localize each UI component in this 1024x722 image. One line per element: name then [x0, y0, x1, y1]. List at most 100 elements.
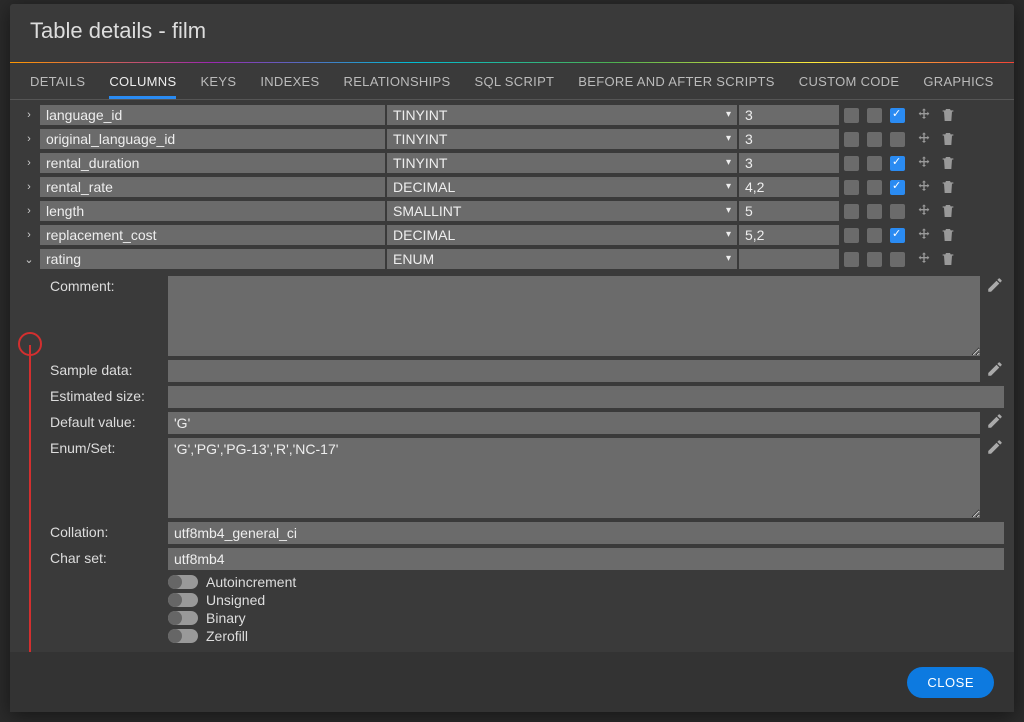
column-type-select[interactable]: ENUM	[387, 249, 737, 269]
column-checkbox-3[interactable]	[890, 228, 905, 243]
tab-before-and-after-scripts[interactable]: BEFORE AND AFTER SCRIPTS	[578, 64, 774, 99]
column-checkbox-1[interactable]	[844, 252, 859, 267]
column-type-select[interactable]: TINYINT	[387, 105, 737, 125]
comment-label: Comment:	[50, 276, 168, 294]
enum-textarea[interactable]: 'G','PG','PG-13','R','NC-17'	[168, 438, 980, 518]
column-row: ›rental_rateDECIMAL4,2	[20, 176, 1004, 198]
edit-icon[interactable]	[986, 360, 1004, 378]
chevron-right-icon[interactable]: ›	[20, 109, 38, 121]
delete-icon[interactable]	[940, 107, 956, 123]
delete-icon[interactable]	[940, 203, 956, 219]
edit-icon[interactable]	[986, 276, 1004, 294]
column-size-cell[interactable]: 5,2	[739, 225, 839, 245]
column-row: ⌄ratingENUM	[20, 248, 1004, 270]
column-checkbox-1[interactable]	[844, 228, 859, 243]
column-size-cell[interactable]: 5	[739, 201, 839, 221]
chevron-right-icon[interactable]: ›	[20, 205, 38, 217]
delete-icon[interactable]	[940, 131, 956, 147]
toggle-unsigned[interactable]	[168, 593, 198, 607]
column-type-select[interactable]: DECIMAL	[387, 177, 737, 197]
charset-label: Char set:	[50, 548, 168, 566]
column-size-cell[interactable]: 3	[739, 129, 839, 149]
column-name-cell[interactable]: length	[40, 201, 385, 221]
column-checkbox-2[interactable]	[867, 228, 882, 243]
default-input[interactable]	[168, 412, 980, 434]
column-checkbox-2[interactable]	[867, 132, 882, 147]
column-checkbox-1[interactable]	[844, 132, 859, 147]
column-size-cell[interactable]: 4,2	[739, 177, 839, 197]
column-checkbox-3[interactable]	[890, 132, 905, 147]
enum-label: Enum/Set:	[50, 438, 168, 456]
dialog-title: Table details - film	[10, 4, 1014, 62]
column-checkbox-3[interactable]	[890, 108, 905, 123]
column-checkbox-1[interactable]	[844, 156, 859, 171]
chevron-right-icon[interactable]: ›	[20, 133, 38, 145]
column-size-cell[interactable]: 3	[739, 153, 839, 173]
move-icon[interactable]	[916, 227, 932, 243]
column-checkbox-3[interactable]	[890, 180, 905, 195]
collation-input[interactable]	[168, 522, 1004, 544]
toggle-label: Binary	[206, 610, 246, 626]
tab-details[interactable]: DETAILS	[30, 64, 85, 99]
column-name-cell[interactable]: replacement_cost	[40, 225, 385, 245]
delete-icon[interactable]	[940, 155, 956, 171]
close-button[interactable]: CLOSE	[907, 667, 994, 698]
tab-sql-script[interactable]: SQL SCRIPT	[474, 64, 554, 99]
toggle-zerofill[interactable]	[168, 629, 198, 643]
tab-graphics[interactable]: GRAPHICS	[923, 64, 993, 99]
tab-custom-code[interactable]: CUSTOM CODE	[799, 64, 900, 99]
column-checkbox-1[interactable]	[844, 108, 859, 123]
toggle-binary[interactable]	[168, 611, 198, 625]
column-size-cell[interactable]: 3	[739, 105, 839, 125]
column-checkbox-3[interactable]	[890, 252, 905, 267]
toggle-autoincrement[interactable]	[168, 575, 198, 589]
chevron-right-icon[interactable]: ›	[20, 181, 38, 193]
default-label: Default value:	[50, 412, 168, 430]
move-icon[interactable]	[916, 155, 932, 171]
comment-textarea[interactable]	[168, 276, 980, 356]
column-name-cell[interactable]: rating	[40, 249, 385, 269]
estimated-input[interactable]	[168, 386, 1004, 408]
column-checkbox-2[interactable]	[867, 204, 882, 219]
column-checkbox-2[interactable]	[867, 156, 882, 171]
sampledata-input[interactable]	[168, 360, 980, 382]
column-type-select[interactable]: TINYINT	[387, 153, 737, 173]
column-checkbox-1[interactable]	[844, 180, 859, 195]
move-icon[interactable]	[916, 131, 932, 147]
column-checkbox-2[interactable]	[867, 180, 882, 195]
column-name-cell[interactable]: language_id	[40, 105, 385, 125]
column-name-cell[interactable]: rental_duration	[40, 153, 385, 173]
column-checkbox-3[interactable]	[890, 204, 905, 219]
chevron-right-icon[interactable]: ›	[20, 157, 38, 169]
tab-keys[interactable]: KEYS	[200, 64, 236, 99]
delete-icon[interactable]	[940, 251, 956, 267]
toggle-label: Autoincrement	[206, 574, 296, 590]
column-type-select[interactable]: SMALLINT	[387, 201, 737, 221]
edit-icon[interactable]	[986, 412, 1004, 430]
column-checkbox-2[interactable]	[867, 252, 882, 267]
delete-icon[interactable]	[940, 227, 956, 243]
move-icon[interactable]	[916, 179, 932, 195]
chevron-right-icon[interactable]: ›	[20, 229, 38, 241]
move-icon[interactable]	[916, 107, 932, 123]
column-size-cell[interactable]	[739, 249, 839, 269]
tab-columns[interactable]: COLUMNS	[109, 64, 176, 99]
column-type-select[interactable]: DECIMAL	[387, 225, 737, 245]
move-icon[interactable]	[916, 251, 932, 267]
delete-icon[interactable]	[940, 179, 956, 195]
column-name-cell[interactable]: original_language_id	[40, 129, 385, 149]
column-name-cell[interactable]: rental_rate	[40, 177, 385, 197]
table-details-dialog: Table details - film DETAILS COLUMNS KEYS I…	[10, 4, 1014, 712]
chevron-down-icon[interactable]: ⌄	[20, 253, 38, 266]
edit-icon[interactable]	[986, 438, 1004, 456]
column-checkbox-2[interactable]	[867, 108, 882, 123]
estimated-label: Estimated size:	[50, 386, 168, 404]
tab-relationships[interactable]: RELATIONSHIPS	[344, 64, 451, 99]
column-checkbox-1[interactable]	[844, 204, 859, 219]
move-icon[interactable]	[916, 203, 932, 219]
charset-input[interactable]	[168, 548, 1004, 570]
collation-label: Collation:	[50, 522, 168, 540]
tab-indexes[interactable]: INDEXES	[260, 64, 319, 99]
column-type-select[interactable]: TINYINT	[387, 129, 737, 149]
column-checkbox-3[interactable]	[890, 156, 905, 171]
